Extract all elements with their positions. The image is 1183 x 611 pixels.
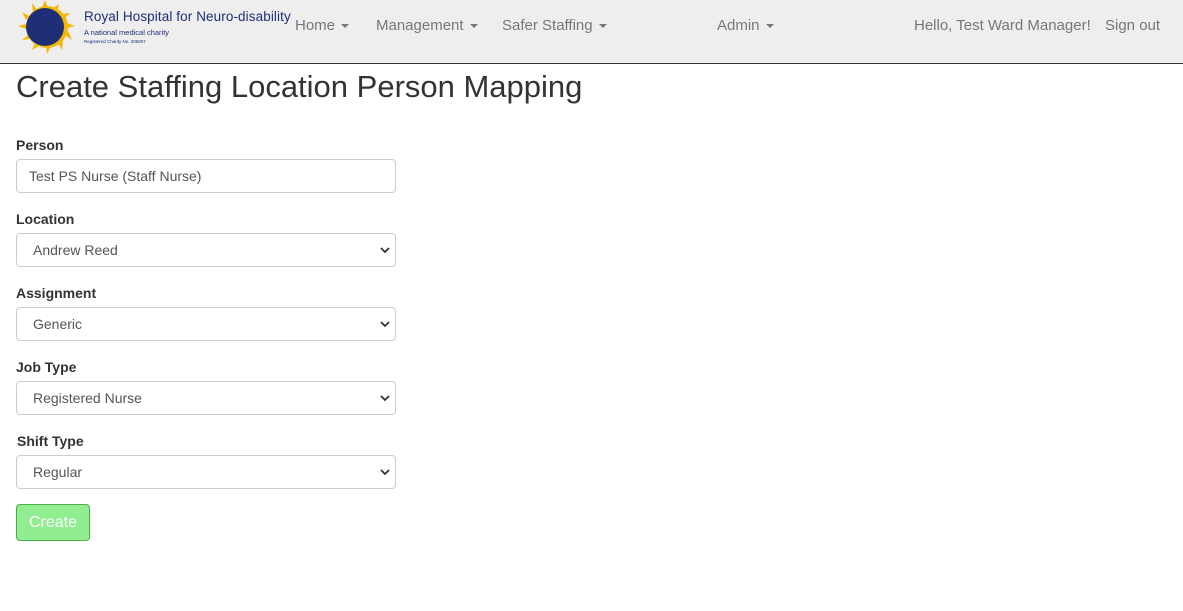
location-select[interactable]: Andrew Reed [16, 233, 396, 267]
brand-text: Royal Hospital for Neuro-disability A na… [84, 9, 291, 44]
caret-down-icon [341, 24, 350, 29]
assignment-label: Assignment [16, 285, 97, 301]
person-input[interactable] [16, 159, 396, 193]
nav-home-dropdown[interactable]: Home [295, 17, 350, 34]
location-selected-value: Andrew Reed [33, 242, 118, 258]
caret-down-icon [598, 24, 607, 29]
nav-safer-staffing-dropdown[interactable]: Safer Staffing [502, 17, 607, 34]
location-label: Location [16, 211, 75, 227]
nav-admin-label: Admin [717, 17, 760, 34]
create-button[interactable]: Create [16, 504, 90, 541]
chevron-down-icon [380, 469, 390, 476]
caret-down-icon [469, 24, 478, 29]
assignment-select[interactable]: Generic [16, 307, 396, 341]
nav-management-label: Management [376, 17, 464, 34]
brand-charity-number: Registered Charity No. 205907 [84, 39, 146, 44]
job-type-label: Job Type [16, 359, 77, 375]
navbar: Royal Hospital for Neuro-disability A na… [0, 0, 1183, 64]
person-label: Person [16, 137, 64, 153]
shift-type-selected-value: Regular [33, 464, 83, 480]
brand-tagline: A national medical charity [84, 28, 170, 37]
shift-type-label: Shift Type [17, 433, 84, 449]
chevron-down-icon [380, 395, 390, 402]
caret-down-icon [765, 24, 774, 29]
nav-home-label: Home [295, 17, 336, 34]
nav-sign-out-link[interactable]: Sign out [1105, 17, 1160, 34]
brand-name: Royal Hospital for Neuro-disability [84, 9, 291, 24]
nav-safer-staffing-label: Safer Staffing [502, 17, 593, 34]
job-type-selected-value: Registered Nurse [33, 390, 142, 406]
shift-type-select[interactable]: Regular [16, 455, 396, 489]
chevron-down-icon [380, 321, 390, 328]
nav-user-greeting-link[interactable]: Hello, Test Ward Manager! [914, 17, 1091, 34]
job-type-select[interactable]: Registered Nurse [16, 381, 396, 415]
page-title: Create Staffing Location Person Mapping [16, 69, 583, 104]
nav-management-dropdown[interactable]: Management [376, 17, 478, 34]
assignment-selected-value: Generic [33, 316, 83, 332]
hospital-logo-icon [18, 0, 75, 54]
chevron-down-icon [380, 247, 390, 254]
nav-admin-dropdown[interactable]: Admin [717, 17, 774, 34]
